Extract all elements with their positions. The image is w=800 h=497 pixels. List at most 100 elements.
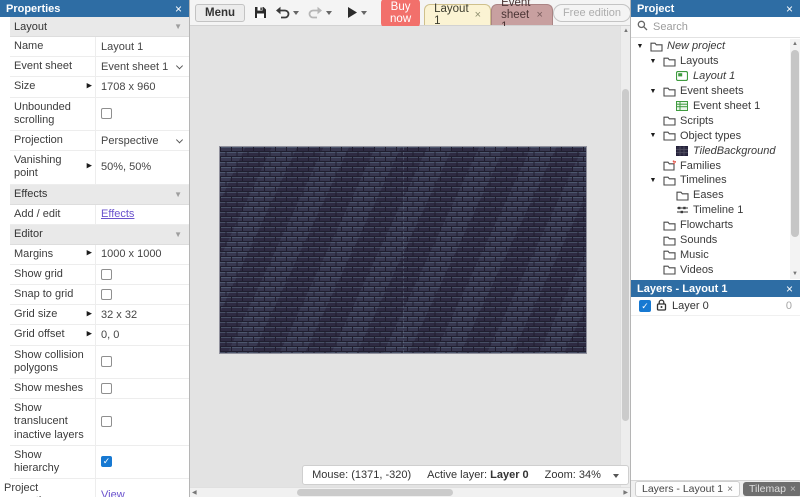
scrollbar-thumb[interactable] — [297, 489, 453, 496]
buy-now-button[interactable]: Buy now — [381, 0, 421, 28]
tab-layout-1[interactable]: Layout 1 × — [424, 3, 492, 27]
link-effects[interactable]: Effects — [101, 208, 134, 220]
zoom-level[interactable]: Zoom: 34% — [545, 469, 619, 481]
expanded-arrow-icon[interactable]: ▼ — [648, 132, 658, 139]
section-header-editor[interactable]: Editor ▼ — [10, 224, 189, 245]
scroll-up-icon[interactable]: ▲ — [623, 28, 629, 34]
canvas-vertical-scrollbar[interactable]: ▲ ▼ — [620, 26, 630, 487]
property-row-event-sheet: Event sheet Event sheet 1 — [10, 57, 189, 78]
checkbox-show-collision-polygons[interactable] — [101, 356, 112, 368]
link-view[interactable]: View — [101, 489, 125, 497]
layer-row[interactable]: ✓ Layer 0 0 — [631, 297, 800, 316]
value-text[interactable]: 0, 0 — [101, 329, 119, 341]
tree-item-event-sheet-1[interactable]: Event sheet 1 — [631, 99, 790, 114]
scroll-left-icon[interactable]: ◀ — [192, 490, 197, 496]
collapse-icon[interactable]: ▼ — [174, 22, 182, 31]
scroll-up-icon[interactable]: ▲ — [792, 41, 798, 47]
value-text[interactable]: Perspective — [101, 135, 158, 147]
tree-item-timeline-1[interactable]: Timeline 1 — [631, 203, 790, 218]
collapse-icon[interactable]: ▼ — [174, 190, 182, 199]
close-icon[interactable]: × — [790, 484, 796, 495]
tree-item-layout-1[interactable]: Layout 1 — [631, 69, 790, 84]
expanded-arrow-icon[interactable]: ▼ — [635, 43, 645, 50]
checkbox-show-hierarchy[interactable]: ✓ — [101, 456, 112, 468]
tree-item-music[interactable]: Music — [631, 247, 790, 262]
close-icon[interactable]: × — [786, 283, 793, 295]
expanded-arrow-icon[interactable]: ▼ — [648, 58, 658, 65]
tree-item-tiledbackground[interactable]: TiledBackground — [631, 143, 790, 158]
expanded-arrow-icon[interactable]: ▼ — [648, 177, 658, 184]
tree-item-label: Videos — [680, 263, 714, 276]
tab-tilemap[interactable]: Tilemap × — [742, 482, 800, 496]
layout-canvas[interactable]: Mouse: (1371, -320) Active layer: Layer … — [190, 26, 630, 497]
checkbox-unbounded-scrolling[interactable] — [101, 108, 112, 120]
play-dropdown-icon[interactable] — [361, 11, 368, 15]
value-text[interactable]: 50%, 50% — [101, 161, 151, 173]
property-label: Show collision polygons — [14, 348, 84, 374]
project-tree: ▼ New project ▼ Layouts Layout 1 ▼ Event sheet… — [631, 39, 790, 279]
expand-icon[interactable]: ▶ — [87, 331, 92, 339]
close-icon[interactable]: × — [475, 9, 481, 21]
save-icon[interactable] — [254, 6, 267, 19]
close-icon[interactable]: × — [727, 484, 733, 495]
value-text[interactable]: 1708 x 960 — [101, 81, 155, 93]
value-text[interactable]: 1000 x 1000 — [101, 248, 162, 260]
tree-item-object-types[interactable]: ▼ Object types — [631, 128, 790, 143]
search-input[interactable] — [653, 21, 794, 33]
value-text[interactable]: 32 x 32 — [101, 309, 137, 321]
tree-item-families[interactable]: Families — [631, 158, 790, 173]
scrollbar-thumb[interactable] — [791, 50, 799, 237]
tree-item-new-project[interactable]: ▼ New project — [631, 39, 790, 54]
collapse-icon[interactable]: ▼ — [174, 230, 182, 239]
checkbox-show-translucent-inactive-layers[interactable] — [101, 416, 112, 428]
tab-layers-layout-1[interactable]: Layers - Layout 1 × — [635, 481, 740, 497]
expand-icon[interactable]: ▶ — [87, 163, 92, 171]
value-text[interactable]: Event sheet 1 — [101, 61, 168, 73]
close-icon[interactable]: × — [537, 9, 543, 21]
expand-icon[interactable]: ▶ — [87, 310, 92, 318]
play-icon[interactable] — [347, 6, 358, 19]
app-root: { "colors": { "header_blue": "#2e6da4", … — [0, 0, 800, 497]
tree-item-sounds[interactable]: Sounds — [631, 233, 790, 248]
tiledbackground-object[interactable] — [219, 146, 587, 354]
tab-event-sheet-1[interactable]: Event sheet 1 × — [491, 0, 553, 33]
lock-icon[interactable] — [656, 298, 667, 314]
project-panel-title: Project — [637, 2, 675, 15]
redo-icon[interactable] — [308, 6, 323, 19]
checkbox-show-meshes[interactable] — [101, 383, 112, 395]
close-icon[interactable]: × — [786, 3, 793, 15]
checkbox-show-grid[interactable] — [101, 268, 112, 280]
project-scrollbar[interactable]: ▲ ▼ — [790, 39, 800, 279]
expand-icon[interactable]: ▶ — [87, 83, 92, 91]
tree-item-videos[interactable]: Videos — [631, 262, 790, 277]
scroll-down-icon[interactable]: ▼ — [792, 271, 798, 277]
redo-dropdown-icon[interactable] — [326, 11, 333, 15]
section-header-effects[interactable]: Effects ▼ — [10, 184, 189, 205]
close-icon[interactable]: × — [175, 3, 182, 15]
tree-item-label: Event sheets — [680, 85, 744, 98]
property-value: 0, 0 — [95, 325, 189, 345]
chevron-down-icon[interactable] — [175, 62, 184, 70]
section-header-layout[interactable]: Layout ▼ — [10, 17, 189, 37]
tree-item-layouts[interactable]: ▼ Layouts — [631, 54, 790, 69]
checkbox-snap-to-grid[interactable] — [101, 289, 112, 301]
tree-item-eases[interactable]: Eases — [631, 188, 790, 203]
scrollbar-thumb[interactable] — [622, 89, 629, 421]
expanded-arrow-icon[interactable]: ▼ — [648, 88, 658, 95]
expand-icon[interactable]: ▶ — [87, 250, 92, 258]
layer-visibility-checkbox[interactable]: ✓ — [639, 300, 651, 312]
tree-item-scripts[interactable]: Scripts — [631, 113, 790, 128]
scroll-right-icon[interactable]: ▶ — [623, 490, 628, 496]
undo-icon[interactable] — [275, 6, 290, 19]
undo-dropdown-icon[interactable] — [293, 11, 300, 15]
canvas-horizontal-scrollbar[interactable]: ◀ ▶ — [190, 487, 630, 497]
property-label: Project properties — [4, 482, 53, 497]
menu-button[interactable]: Menu — [195, 3, 246, 22]
chevron-down-icon[interactable] — [175, 135, 184, 143]
folder-family-icon — [662, 160, 676, 171]
chevron-down-icon[interactable] — [613, 474, 619, 478]
tree-item-flowcharts[interactable]: Flowcharts — [631, 218, 790, 233]
section-label: Editor — [14, 228, 43, 241]
tree-item-timelines[interactable]: ▼ Timelines — [631, 173, 790, 188]
tree-item-event-sheets[interactable]: ▼ Event sheets — [631, 84, 790, 99]
